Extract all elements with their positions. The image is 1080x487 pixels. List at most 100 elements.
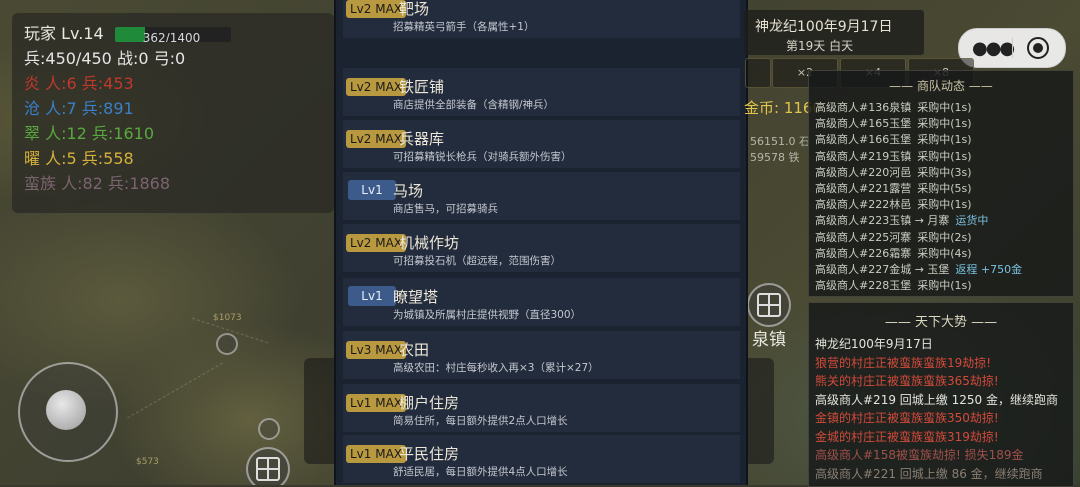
- town-marker[interactable]: [246, 447, 290, 485]
- world-event-row: 金城的村庄正被蛮族蛮族319劫掠!: [815, 429, 999, 444]
- merchant-name: 高级商人#228玉堡: [815, 279, 912, 293]
- building-level-badge: Lv2 MAX: [346, 0, 407, 18]
- close-target-icon[interactable]: [1027, 37, 1049, 59]
- map-road: [127, 362, 223, 419]
- building-description: 为城镇及所属村庄提供视野（直径300）: [393, 309, 582, 321]
- building-level-badge: Lv1: [348, 286, 396, 306]
- map-price-label: $1073: [213, 313, 242, 323]
- building-item[interactable]: Lv2 MAX 兵器库 可招募精锐长枪兵（对骑兵额外伤害）: [343, 120, 740, 168]
- troop-summary: 兵:450/450 战:0 弓:0: [24, 49, 186, 68]
- merchant-row: 高级商人#136泉镇 采购中(1s): [815, 99, 972, 115]
- hp-text: 362/1400: [142, 31, 201, 42]
- building-name: 平民住房: [399, 445, 460, 463]
- building-name: 机械作坊: [399, 234, 460, 252]
- capsule-divider: [1012, 38, 1013, 58]
- building-item[interactable]: Lv3 MAX 农田 高级农田：村庄每秒收入再×3（累计×27）: [343, 331, 740, 379]
- merchant-status: 采购中(1s): [917, 133, 972, 147]
- building-description: 招募精英弓箭手（各属性+1）: [393, 21, 535, 33]
- building-item[interactable]: Lv1 MAX 平民住房舒适民居，每日额外提供4点人口增长: [343, 435, 740, 483]
- merchant-name: 高级商人#220河邑: [815, 165, 912, 179]
- building-item[interactable]: Lv1 瞭望塔 为城镇及所属村庄提供视野（直径300）: [343, 278, 740, 326]
- merchant-name: 高级商人#221露营: [815, 182, 912, 195]
- resource-stone: 56151.0 石: [750, 135, 810, 148]
- world-event-row: 狼营的村庄正被蛮族蛮族19劫掠!: [815, 355, 992, 370]
- world-event-row: 金镇的村庄正被蛮族蛮族350劫掠!: [815, 411, 999, 425]
- world-event-row: 熊关的村庄正被蛮族蛮族365劫掠!: [815, 374, 999, 388]
- virtual-joystick[interactable]: [18, 362, 118, 462]
- joystick-knob[interactable]: [46, 390, 86, 430]
- merchant-status: 采购中(5s): [917, 182, 972, 195]
- building-description: 商店售马，可招募骑兵: [393, 203, 498, 215]
- merchant-status: 采购中(3s): [917, 165, 972, 179]
- building-level-badge: Lv1 MAX: [346, 394, 407, 412]
- building-item[interactable]: Lv2 MAX 机械作坊 可招募投石机（超远程，范围伤害）: [343, 224, 740, 272]
- merchant-status: 采购中(1s): [917, 149, 972, 163]
- building-level-badge: Lv2 MAX: [346, 234, 407, 252]
- world-event-row: 高级商人#219 回城上缴 1250 金，继续跑商: [815, 392, 1058, 407]
- merchant-status: 采购中(1s): [917, 279, 972, 293]
- merchant-name: 高级商人#226霜寨: [815, 246, 912, 260]
- building-level-badge: Lv2 MAX: [346, 78, 407, 96]
- town-icon: [757, 293, 781, 317]
- faction-row: 翠 人:12 兵:1610: [24, 124, 155, 143]
- merchant-row: 高级商人#165玉堡 采购中(1s): [815, 115, 972, 131]
- speed-button-1x[interactable]: [745, 58, 771, 88]
- merchant-status: 采购中(1s): [917, 198, 972, 212]
- merchant-row: 高级商人#219玉镇 采购中(1s): [815, 148, 972, 164]
- building-item[interactable]: Lv1 马场商店售马，可招募骑兵: [343, 172, 740, 220]
- merchant-status: 采购中(4s): [917, 246, 972, 260]
- merchant-row: 高级商人#221露营 采购中(5s): [815, 180, 972, 196]
- building-name: 铁匠铺: [399, 78, 445, 96]
- building-name: 兵器库: [399, 130, 445, 148]
- building-item[interactable]: Lv2 MAX 铁匠铺商店提供全部装备（含精钢/神兵）: [343, 68, 740, 116]
- merchant-row: 高级商人#222林邑 采购中(1s): [815, 196, 972, 212]
- town-name: 泉镇: [752, 330, 786, 350]
- world-events-title: —— 天下大势 ——: [884, 315, 998, 330]
- faction-row: 炎 人:6 兵:453: [24, 74, 134, 93]
- merchant-status: 采购中(1s): [917, 101, 972, 114]
- building-name: 农田: [399, 341, 430, 359]
- more-icon[interactable]: ●●●: [972, 38, 1015, 59]
- building-level-badge: Lv1 MAX: [346, 445, 407, 463]
- merchant-status: 运货中: [955, 214, 989, 228]
- merchant-name: 高级商人#227金城 → 玉堡: [815, 263, 950, 276]
- village-marker[interactable]: [216, 333, 238, 355]
- building-level-badge: Lv2 MAX: [346, 130, 407, 148]
- building-item[interactable]: Lv2 MAX 靶场 招募精英弓箭手（各属性+1）: [343, 0, 740, 38]
- merchant-name: 高级商人#165玉堡: [815, 117, 912, 131]
- merchant-name: 高级商人#219玉镇: [815, 149, 912, 163]
- town-icon: [256, 457, 280, 481]
- merchant-name: 高级商人#225河寨: [815, 230, 912, 244]
- merchant-row: 高级商人#228玉堡 采购中(1s): [815, 277, 972, 293]
- merchant-name: 高级商人#166玉堡: [815, 133, 912, 147]
- merchant-row: 高级商人#220河邑 采购中(3s): [815, 164, 972, 180]
- building-description: 简易住所，每日额外提供2点人口增长: [393, 415, 568, 427]
- merchant-row: 高级商人#225河寨 采购中(2s): [815, 229, 972, 245]
- building-description: 商店提供全部装备（含精钢/神兵）: [393, 99, 555, 111]
- building-list[interactable]: Lv2 MAX 靶场 招募精英弓箭手（各属性+1） Lv2 MAX 铁匠铺 商店提供全部装…: [334, 0, 748, 485]
- building-description: 舒适民居，每日额外提供4点人口增长: [393, 466, 568, 478]
- building-name: 马场: [393, 182, 424, 200]
- stats-panel: 玩家 Lv.14 362/1400 兵:450/450 战:0 弓:0 炎 人:…: [12, 13, 334, 213]
- merchant-row: 高级商人#166玉堡 采购中(1s): [815, 131, 972, 147]
- merchant-status: 返程 +750金: [955, 263, 1023, 276]
- player-level: 玩家 Lv.14: [24, 24, 104, 43]
- map-price-label: $573: [136, 457, 159, 467]
- date-panel: 神龙纪100年9月17日 第19天 白天: [744, 10, 924, 55]
- day-counter: 第19天 白天: [786, 39, 854, 53]
- town-marker[interactable]: [747, 283, 791, 327]
- building-item[interactable]: Lv1 MAX 棚户住房 简易住所，每日额外提供2点人口增长: [343, 384, 740, 432]
- merchant-row: 高级商人#227金城 → 玉堡 返程 +750金: [815, 261, 1022, 277]
- village-marker[interactable]: [258, 418, 280, 440]
- hp-bar-fill: [114, 27, 145, 42]
- merchant-row: 高级商人#226霜寨 采购中(4s): [815, 245, 972, 261]
- merchant-row: 高级商人#223玉镇 → 月寨 运货中: [815, 212, 988, 228]
- faction-row: 蛮族 人:82 兵:1868: [24, 174, 171, 193]
- building-description: 高级农田：村庄每秒收入再×3（累计×27）: [393, 362, 599, 374]
- world-event-row: 高级商人#158被蛮族劫掠! 损失189金: [815, 448, 1024, 462]
- hp-bar: 362/1400: [114, 27, 231, 42]
- merchant-name: 高级商人#222林邑: [815, 198, 912, 212]
- building-level-badge: Lv1: [348, 180, 396, 200]
- faction-list: 炎 人:6 兵:453 沧 人:7 兵:891 翠 人:12 兵:1610 曜 人:5…: [24, 71, 322, 196]
- world-events-panel: —— 天下大势 —— 神龙纪100年9月17日 狼营的村庄正被蛮族蛮族19劫掠! 熊…: [808, 302, 1074, 487]
